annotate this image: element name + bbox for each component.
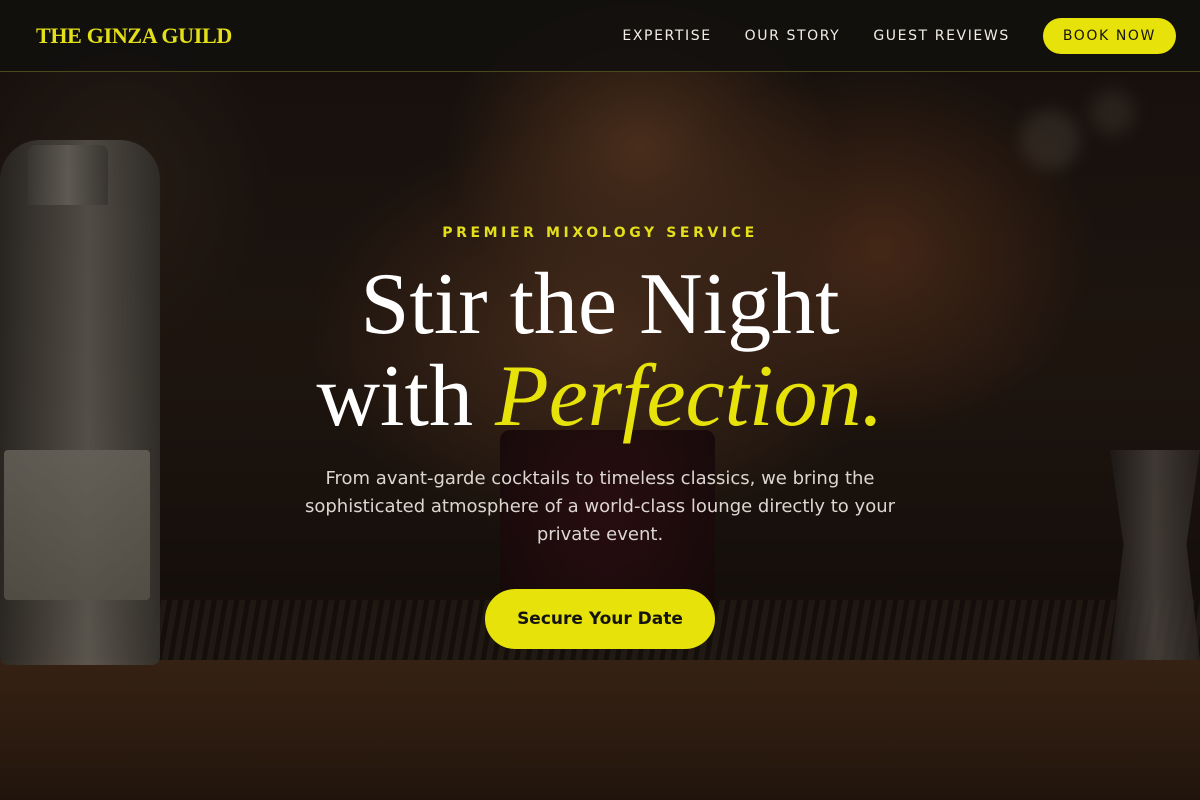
nav-link-guest-reviews[interactable]: GUEST REVIEWS [873,28,1010,44]
secure-date-button[interactable]: Secure Your Date [485,589,715,649]
headline-accent: Perfection. [494,348,884,445]
headline-line-2-prefix: with [316,348,495,445]
main-nav: EXPERTISE OUR STORY GUEST REVIEWS BOOK N… [622,17,1176,54]
hero-eyebrow: PREMIER MIXOLOGY SERVICE [442,225,758,241]
hero-section: PREMIER MIXOLOGY SERVICE Stir the Night … [0,72,1200,800]
nav-link-expertise[interactable]: EXPERTISE [622,28,711,44]
brand-logo[interactable]: THE GINZA GUILD [36,23,232,49]
book-now-button[interactable]: BOOK NOW [1042,17,1176,54]
hero-headline: Stir the Night with Perfection. [317,259,884,443]
hero-subtitle: From avant-garde cocktails to timeless c… [304,468,896,545]
headline-line-1: Stir the Night [360,256,840,353]
nav-link-our-story[interactable]: OUR STORY [745,28,841,44]
site-header: THE GINZA GUILD EXPERTISE OUR STORY GUES… [0,0,1200,72]
